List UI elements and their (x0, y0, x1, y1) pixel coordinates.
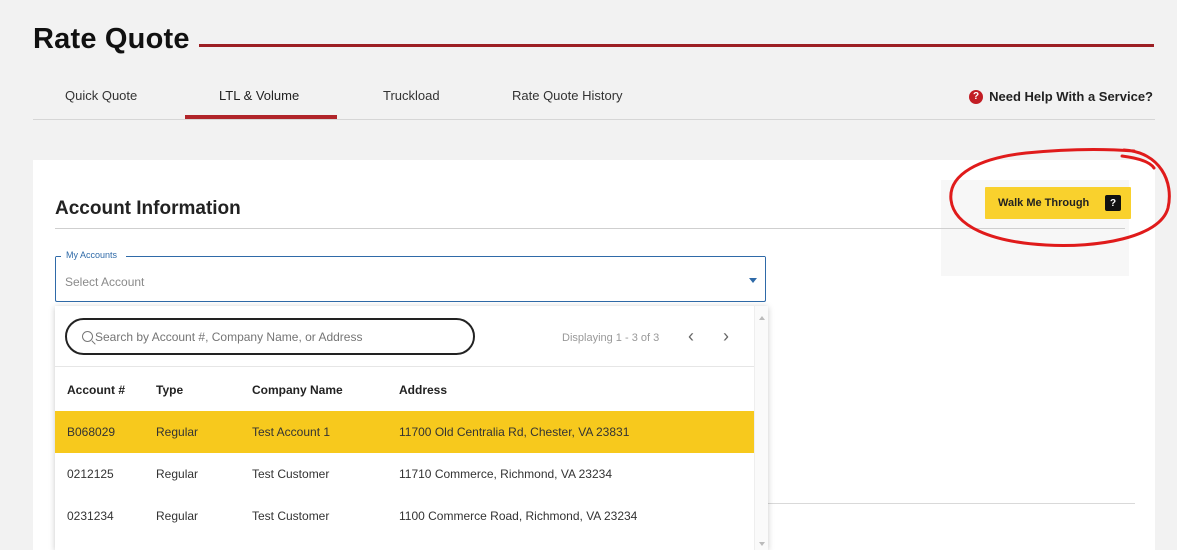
section-divider (55, 228, 1125, 229)
tab-quick-quote[interactable]: Quick Quote (65, 88, 137, 103)
lower-divider (763, 503, 1135, 504)
cell-address: 1100 Commerce Road, Richmond, VA 23234 (399, 509, 638, 523)
account-dropdown: Displaying 1 - 3 of 3 ‹ › Account # Type… (55, 306, 768, 550)
column-header-type: Type (156, 383, 184, 397)
scroll-down-icon (759, 542, 765, 546)
table-row[interactable]: 0231234 Regular Test Customer 1100 Comme… (55, 495, 754, 537)
cell-type: Regular (156, 425, 199, 439)
question-icon: ? (1105, 195, 1121, 211)
page-title: Rate Quote (33, 23, 190, 55)
cell-company: Test Customer (252, 509, 330, 523)
search-icon (82, 331, 93, 342)
table-row[interactable]: B068029 Regular Test Account 1 11700 Old… (55, 411, 754, 453)
cell-account: 0231234 (67, 509, 114, 523)
tab-bar: Quick Quote LTL & Volume Truckload Rate … (33, 78, 1155, 120)
cell-address: 11710 Commerce, Richmond, VA 23234 (399, 467, 613, 481)
section-title: Account Information (55, 198, 241, 219)
table-row[interactable]: 0212125 Regular Test Customer 11710 Comm… (55, 453, 754, 495)
title-divider (199, 44, 1154, 47)
cell-address: 11700 Old Centralia Rd, Chester, VA 2383… (399, 425, 630, 439)
cell-account: 0212125 (67, 467, 114, 481)
active-tab-indicator (185, 115, 337, 119)
tab-rate-quote-history[interactable]: Rate Quote History (512, 88, 623, 103)
walk-me-through-label: Walk Me Through (998, 197, 1090, 209)
paging-text: Displaying 1 - 3 of 3 (562, 332, 660, 344)
scroll-up-icon (759, 316, 765, 320)
walk-me-through-button[interactable]: Walk Me Through ? (985, 187, 1131, 219)
chevron-right-icon[interactable]: › (723, 327, 729, 345)
page-header: Rate Quote (33, 20, 1155, 60)
account-select-value: Select Account (65, 275, 145, 289)
table-header: Account # Type Company Name Address (55, 366, 754, 410)
account-select[interactable]: My Accounts Select Account (55, 250, 766, 302)
column-header-address: Address (399, 383, 448, 397)
cell-type: Regular (156, 509, 199, 523)
help-question-icon: ? (969, 89, 984, 104)
account-search[interactable] (65, 318, 475, 355)
account-search-input[interactable] (95, 329, 455, 344)
cell-company: Test Account 1 (252, 425, 331, 439)
cell-account: B068029 (67, 425, 116, 439)
cell-type: Regular (156, 467, 199, 481)
dropdown-scrollbar[interactable] (754, 306, 768, 550)
cell-company: Test Customer (252, 467, 330, 481)
column-header-account: Account # (67, 383, 126, 397)
help-link[interactable]: ? Need Help With a Service? (969, 89, 1153, 104)
account-card: Account Information Walk Me Through ? My… (33, 160, 1155, 550)
column-header-company: Company Name (252, 383, 343, 397)
caret-down-icon (749, 278, 757, 283)
chevron-left-icon[interactable]: ‹ (688, 327, 694, 345)
help-label: Need Help With a Service? (989, 89, 1153, 104)
tab-ltl-volume[interactable]: LTL & Volume (219, 88, 299, 103)
tab-truckload[interactable]: Truckload (383, 88, 440, 103)
account-select-label: My Accounts (65, 250, 119, 260)
